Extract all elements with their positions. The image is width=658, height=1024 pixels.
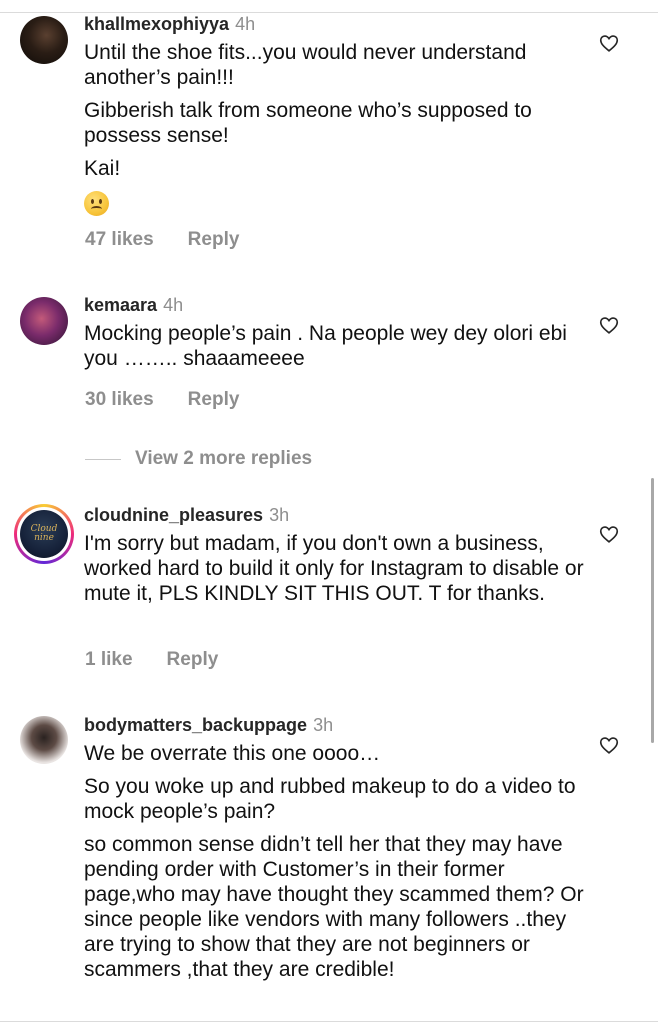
avatar[interactable] <box>20 716 68 764</box>
view-more-replies[interactable]: View 2 more replies <box>85 448 312 470</box>
comment-meta: cloudnine_pleasures 3h <box>84 504 598 526</box>
username[interactable]: khallmexophiyya <box>84 14 229 34</box>
view-more-replies-label[interactable]: View 2 more replies <box>135 448 312 470</box>
timestamp: 3h <box>269 505 290 525</box>
comment-line: Gibberish talk from someone who’s suppos… <box>84 99 532 147</box>
scrollbar[interactable] <box>651 478 654 743</box>
reply-button[interactable]: Reply <box>188 229 240 250</box>
heart-icon[interactable] <box>598 523 620 545</box>
comment-actions: 1 like Reply <box>85 649 218 671</box>
story-ring[interactable]: Cloud nine <box>14 504 74 564</box>
comment-actions: 30 likes Reply <box>85 389 239 411</box>
username[interactable]: kemaara <box>84 295 157 315</box>
comment-text: We be overrate this one oooo… So you wok… <box>84 741 598 982</box>
comment-meta: khallmexophiyya 4h <box>84 13 598 35</box>
heart-icon[interactable] <box>598 734 620 756</box>
comment-meta: bodymatters_backuppage 3h <box>84 714 598 736</box>
comment-line: We be overrate this one oooo… <box>84 742 381 765</box>
username[interactable]: cloudnine_pleasures <box>84 505 263 525</box>
comment-line: Mocking people’s pain . Na people wey de… <box>84 322 567 370</box>
avatar-logo-text: Cloud nine <box>30 524 58 543</box>
comment-line: So you woke up and rubbed makeup to do a… <box>84 775 576 823</box>
comment-meta: kemaara 4h <box>84 294 598 316</box>
reply-thread-line <box>85 458 121 460</box>
frowning-face-icon <box>84 191 109 216</box>
comment-text: Until the shoe fits...you would never un… <box>84 40 598 221</box>
likes-count[interactable]: 1 like <box>85 649 133 670</box>
avatar: Cloud nine <box>20 510 68 558</box>
comment-line: I'm sorry but madam, if you don't own a … <box>84 532 584 605</box>
timestamp: 3h <box>313 715 334 735</box>
heart-icon[interactable] <box>598 32 620 54</box>
bottom-divider <box>0 1021 658 1022</box>
likes-count[interactable]: 47 likes <box>85 229 154 250</box>
reply-button[interactable]: Reply <box>188 389 240 410</box>
likes-count[interactable]: 30 likes <box>85 389 154 410</box>
comment-actions: 47 likes Reply <box>85 229 239 251</box>
reply-button[interactable]: Reply <box>167 649 219 670</box>
username[interactable]: bodymatters_backuppage <box>84 715 307 735</box>
comment-line: Kai! <box>84 157 121 180</box>
heart-icon[interactable] <box>598 314 620 336</box>
comment-text: Mocking people’s pain . Na people wey de… <box>84 321 598 371</box>
timestamp: 4h <box>235 14 256 34</box>
comment-text: I'm sorry but madam, if you don't own a … <box>84 531 598 606</box>
timestamp: 4h <box>163 295 184 315</box>
avatar[interactable] <box>20 297 68 345</box>
comment-line: so common sense didn’t tell her that the… <box>84 833 584 981</box>
comment-line: Until the shoe fits...you would never un… <box>84 41 527 89</box>
avatar[interactable] <box>20 16 68 64</box>
comments-page: khallmexophiyya 4h Until the shoe fits...… <box>0 0 658 1024</box>
